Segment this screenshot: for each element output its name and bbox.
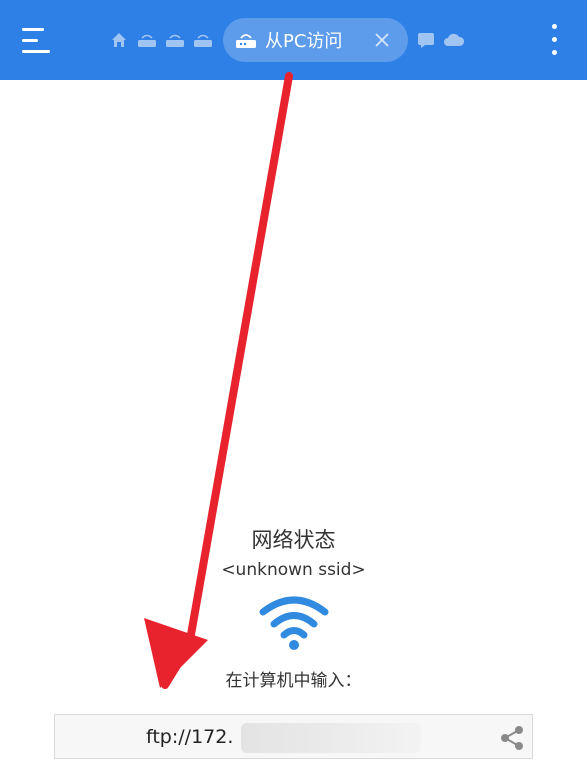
tab-home[interactable] bbox=[105, 18, 133, 62]
network-status-title: 网络状态 bbox=[251, 528, 336, 552]
share-icon[interactable] bbox=[497, 723, 527, 753]
tab-router-3[interactable] bbox=[189, 18, 217, 62]
router-icon bbox=[166, 34, 184, 47]
close-icon[interactable] bbox=[370, 28, 394, 52]
tab-router-1[interactable] bbox=[133, 18, 161, 62]
top-app-bar: 从PC访问 bbox=[0, 0, 587, 80]
cloud-icon bbox=[444, 33, 465, 46]
tab-access-from-pc[interactable]: 从PC访问 bbox=[223, 18, 408, 62]
router-icon bbox=[138, 34, 156, 47]
tab-cloud[interactable] bbox=[440, 18, 468, 62]
more-options-icon[interactable] bbox=[544, 24, 564, 58]
active-tab-label: 从PC访问 bbox=[265, 31, 343, 52]
router-icon bbox=[194, 34, 212, 47]
home-icon bbox=[112, 33, 126, 47]
redacted-address bbox=[241, 723, 421, 753]
ssid-label: <unknown ssid> bbox=[221, 560, 366, 580]
ftp-address-text: ftp://172. bbox=[146, 726, 234, 748]
menu-icon[interactable] bbox=[22, 28, 54, 54]
tab-router-2[interactable] bbox=[161, 18, 189, 62]
red-annotation-arrow bbox=[144, 72, 293, 689]
tab-strip: 从PC访问 bbox=[105, 18, 468, 62]
tab-message[interactable] bbox=[412, 18, 440, 62]
ftp-address-bar[interactable]: ftp://172. bbox=[54, 714, 533, 759]
enter-in-computer-prompt: 在计算机中输入： bbox=[225, 671, 362, 691]
message-icon bbox=[418, 33, 434, 48]
wifi-icon bbox=[259, 596, 329, 650]
router-icon bbox=[236, 34, 256, 48]
